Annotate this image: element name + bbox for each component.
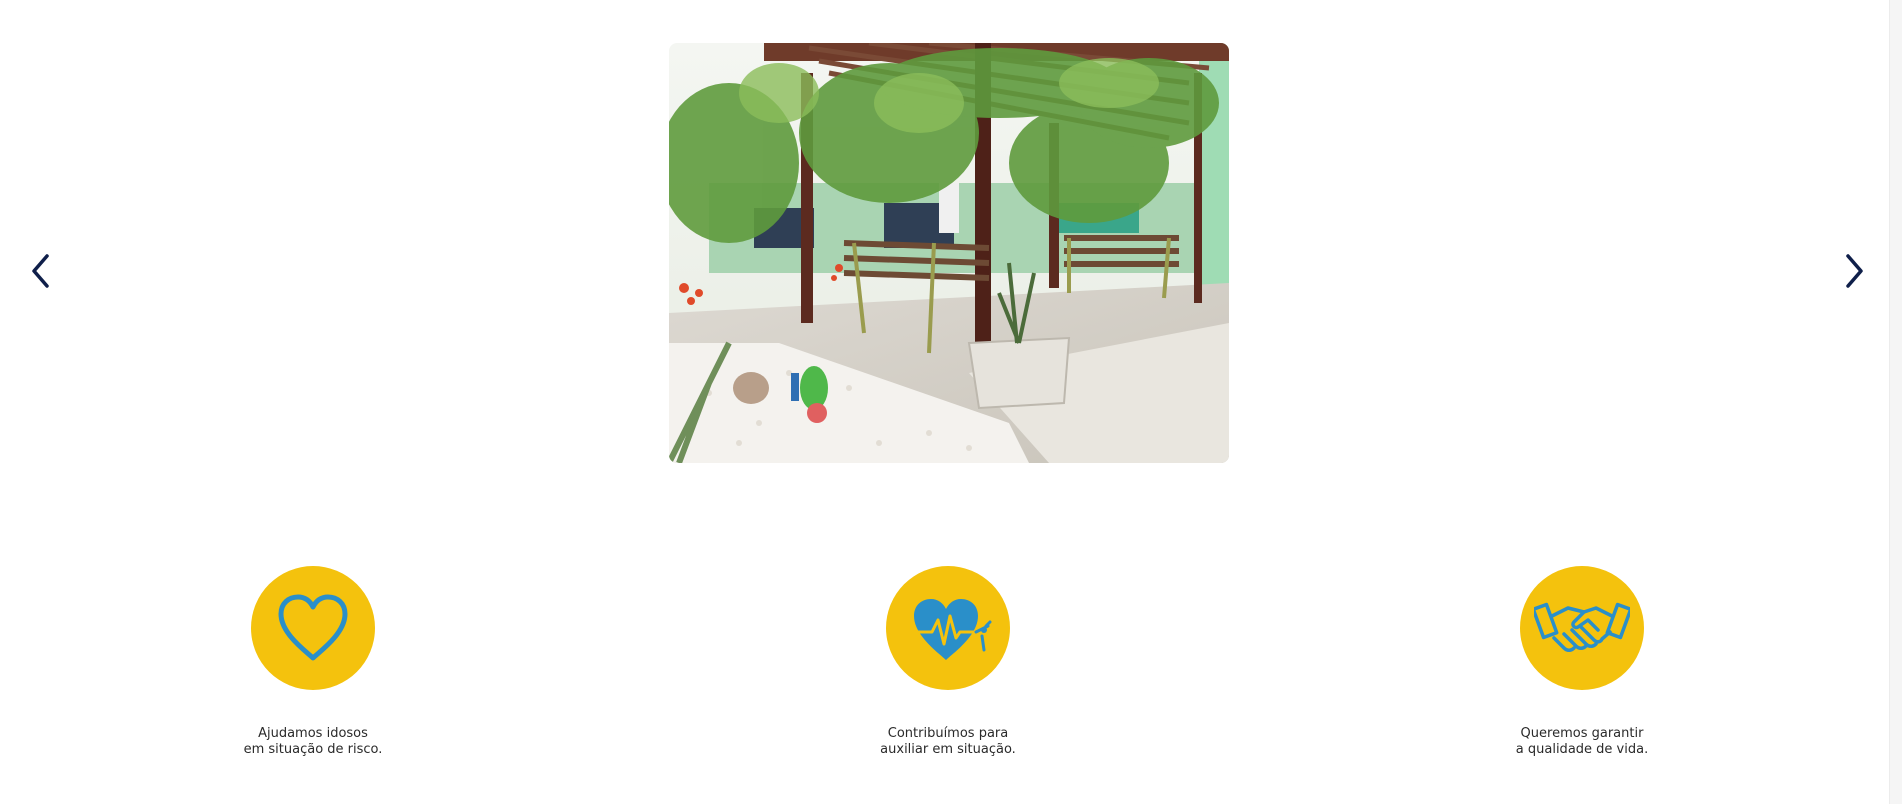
carousel-next-button[interactable] [1837,248,1871,294]
feature-text-line2: em situação de risco. [243,742,383,757]
page: Ajudamos idosos em situação de risco. Co… [0,0,1902,804]
feature-icon-circle [1520,566,1644,690]
features-section: Ajudamos idosos em situação de risco. Co… [0,566,1888,766]
feature-text-line2: auxiliar em situação. [880,742,1016,757]
feature-text-line1: Queremos garantir [1520,726,1644,741]
image-carousel [0,0,1888,500]
feature-text: Ajudamos idosos em situação de risco. [244,726,383,758]
feature-icon-circle [886,566,1010,690]
carousel-slide-image [669,43,1229,463]
feature-item-contribute: Contribuímos para auxiliar em situação. [828,566,1068,758]
feature-icon-circle [251,566,375,690]
garden-pergola-photo [669,43,1229,463]
feature-item-help: Ajudamos idosos em situação de risco. [193,566,433,758]
feature-text-line1: Ajudamos idosos [258,726,368,741]
heart-icon [278,594,348,661]
feature-text: Contribuímos para auxiliar em situação. [880,726,1016,758]
feature-text-line1: Contribuímos para [887,726,1009,741]
feature-text: Queremos garantir a qualidade de vida. [1516,726,1648,758]
page-scrollbar[interactable] [1889,0,1902,804]
chevron-right-icon [1846,254,1863,288]
handshake-icon [1534,602,1630,652]
heart-pulse-icon [904,599,992,660]
feature-item-quality: Queremos garantir a qualidade de vida. [1462,566,1702,758]
chevron-left-icon [32,254,49,288]
feature-text-line2: a qualidade de vida. [1515,742,1649,757]
carousel-prev-button[interactable] [24,248,58,294]
